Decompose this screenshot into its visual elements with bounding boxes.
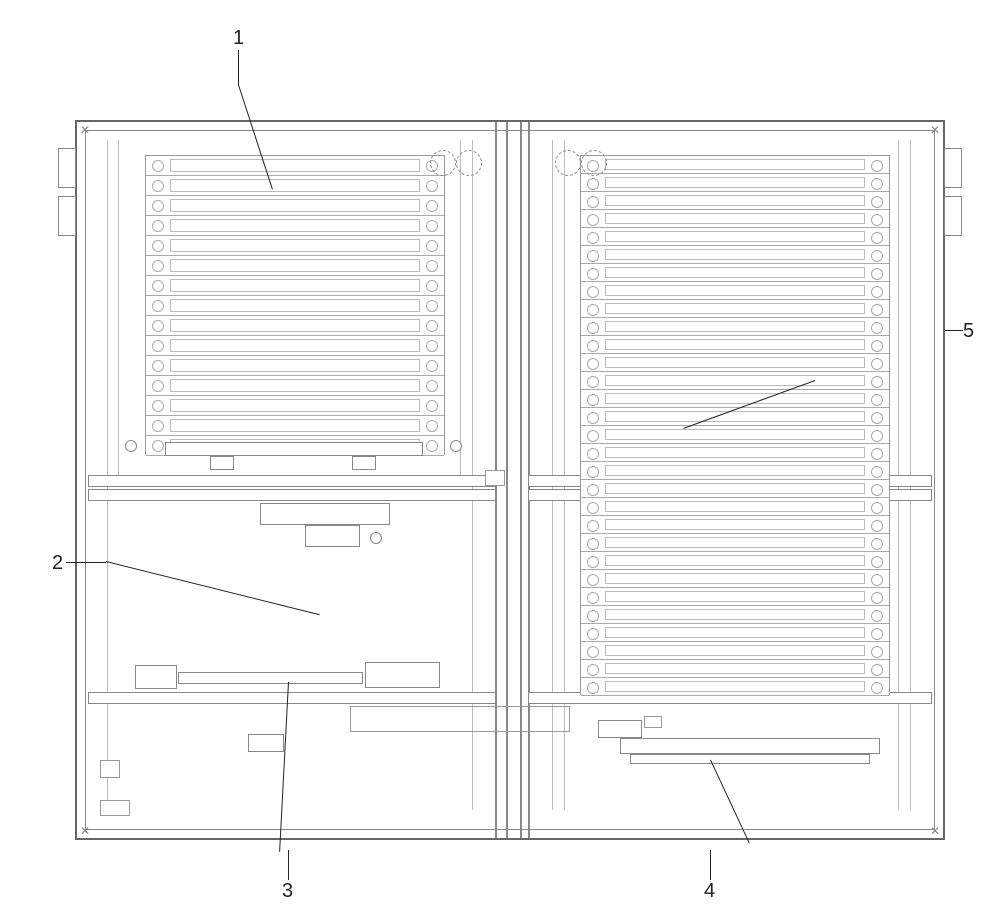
tray-slot (581, 408, 889, 426)
output-tray (620, 738, 880, 754)
tray-stack-upper-left (145, 155, 445, 455)
rail (118, 140, 119, 480)
roller-icon (450, 440, 462, 452)
foot-bracket (100, 800, 130, 816)
carriage-bracket (210, 456, 234, 470)
tray-slot (581, 552, 889, 570)
technical-drawing: ✕ ✕ ✕ ✕ (0, 0, 1000, 914)
tray-slot (146, 396, 444, 416)
leader-line (288, 850, 289, 880)
callout-label-2: 2 (52, 552, 63, 575)
corner-mark-icon: ✕ (928, 123, 942, 137)
tray-slot (581, 210, 889, 228)
tray-slot (581, 660, 889, 678)
mid-crossbar-left (88, 475, 496, 487)
tray-slot (581, 390, 889, 408)
corner-mark-icon: ✕ (78, 824, 92, 838)
tray-slot (581, 318, 889, 336)
tray-stack-right (580, 155, 890, 695)
tray-slot (146, 416, 444, 436)
tray-slot (581, 192, 889, 210)
tray-slot (146, 296, 444, 316)
tray-slot (581, 174, 889, 192)
rail (460, 140, 461, 480)
tray-slot (581, 678, 889, 696)
callout-label-4: 4 (704, 880, 715, 903)
tray-slot (581, 282, 889, 300)
leader-line (945, 330, 963, 331)
tray-slot (581, 300, 889, 318)
side-bracket (944, 148, 962, 188)
tray-slot (146, 376, 444, 396)
tray-slot (146, 356, 444, 376)
actuator-assembly (260, 503, 390, 525)
pivot-icon (370, 532, 382, 544)
carriage-bracket (352, 456, 376, 470)
gear-icon (456, 150, 482, 176)
tray-slot (581, 642, 889, 660)
gear-icon (430, 150, 456, 176)
carriage-left (165, 442, 423, 456)
mid-crossbar-left-2 (88, 489, 496, 501)
gear-icon (555, 150, 581, 176)
leader-line (710, 850, 711, 880)
tray-slot (581, 624, 889, 642)
tray-slot (581, 336, 889, 354)
tray-slot (581, 498, 889, 516)
tray-slot (581, 372, 889, 390)
corner-mark-icon: ✕ (78, 123, 92, 137)
tray-slot (581, 516, 889, 534)
joint-block (485, 470, 505, 486)
tray-slot (581, 354, 889, 372)
tray-slot (581, 534, 889, 552)
tray-slot (581, 606, 889, 624)
actuator-mount (305, 525, 360, 547)
tray-slot (581, 426, 889, 444)
roller-icon (125, 440, 137, 452)
tray-slot (581, 246, 889, 264)
tray-slot (581, 228, 889, 246)
callout-label-1: 1 (233, 27, 244, 50)
callout-label-3: 3 (282, 880, 293, 903)
tray-slot (146, 336, 444, 356)
tray-slot (146, 316, 444, 336)
tray-slot (146, 176, 444, 196)
clamp-left (135, 665, 177, 689)
tray-slot (581, 462, 889, 480)
tray-slot (581, 588, 889, 606)
leader-line (238, 50, 239, 85)
corner-mark-icon: ✕ (928, 824, 942, 838)
tray-slot (581, 444, 889, 462)
tray-slot (581, 570, 889, 588)
side-bracket (58, 148, 76, 188)
linkage-bar (350, 706, 570, 732)
tray-slot (146, 216, 444, 236)
mount-block (248, 734, 284, 752)
tray-actuator-left (598, 720, 642, 738)
tray-slot (581, 264, 889, 282)
side-bracket (944, 196, 962, 236)
tray-slot (146, 256, 444, 276)
tray-slot (146, 276, 444, 296)
gear-icon (581, 150, 607, 176)
lower-crossbar-left (88, 692, 496, 704)
output-tray-base (630, 754, 870, 764)
tray-slot (146, 196, 444, 216)
callout-label-5: 5 (963, 320, 974, 343)
foot-bracket (100, 760, 120, 778)
tray-plate (178, 672, 363, 684)
side-bracket (58, 196, 76, 236)
clamp-right (365, 662, 440, 688)
tray-slot (146, 156, 444, 176)
tray-slot (146, 236, 444, 256)
tray-sensor (644, 716, 662, 728)
tray-slot (581, 156, 889, 174)
tray-slot (581, 480, 889, 498)
leader-line (66, 562, 106, 563)
